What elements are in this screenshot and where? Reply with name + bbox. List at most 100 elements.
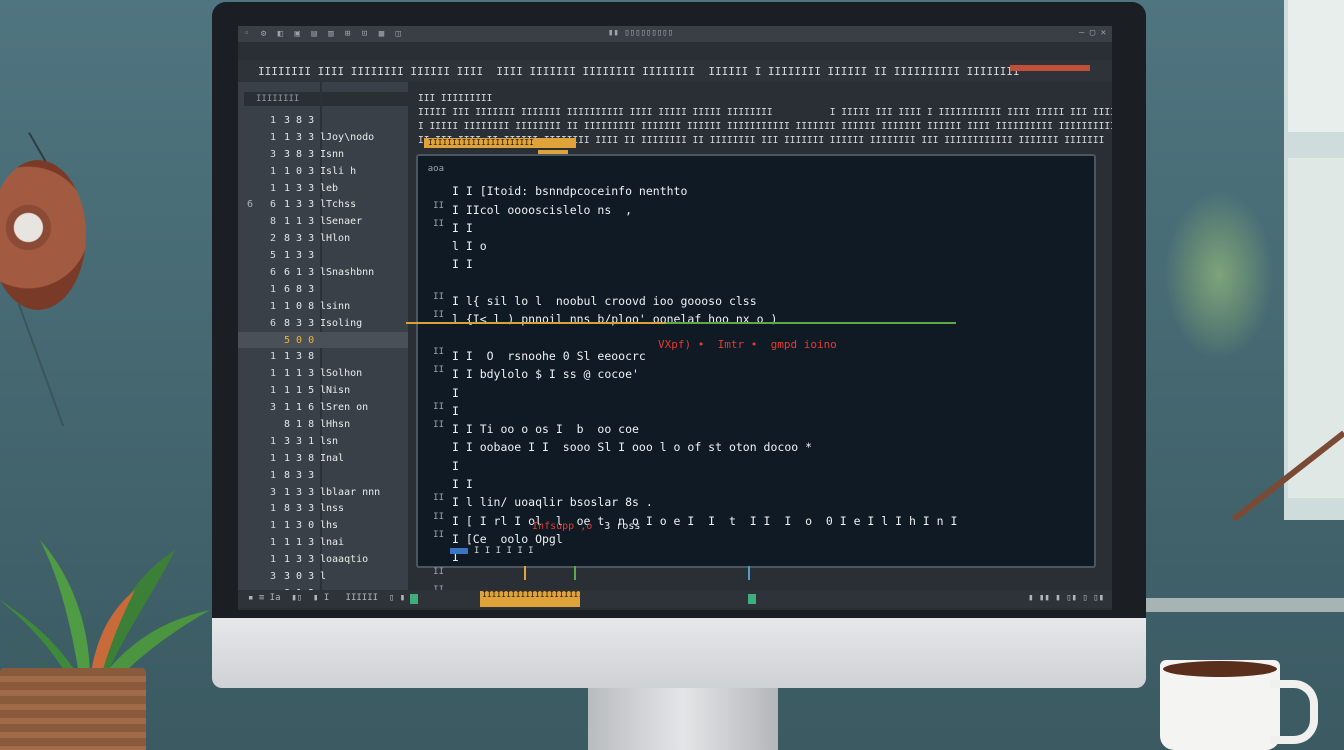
tree-index: 1 <box>269 452 277 464</box>
status-bar: ▪ ≡ Ia ▮▯ ▮ I IIIIII ▯ ▮ IIIIIIIIIIIIIII… <box>238 590 1112 608</box>
code-line[interactable]: I I [Itoid: bsnndpcoceinfo nenthto <box>452 182 1092 200</box>
tree-item[interactable]: 8 1 8 lHhsn <box>238 416 408 433</box>
inline-error: VXpf) • Imtr • gmpd ioino <box>658 338 837 351</box>
code-editor[interactable]: aoaIIIIIIIIIIIIIIIIIIIIIIIIII I I [Itoid… <box>406 154 1096 595</box>
tree-index: 1 <box>269 182 277 194</box>
code-line[interactable]: I <box>452 457 1092 475</box>
tree-item[interactable]: 1 6 8 3 <box>238 281 408 298</box>
tree-item[interactable]: 1 1 3 3 loaaqtio <box>238 551 408 568</box>
status-badge[interactable]: IIIIIIIIIIIIIIIIIIIIIIIIIIIIIIIIIIIII <box>480 591 580 607</box>
header-line: IIIII III IIIIIII IIIIIII IIIIIIIIII III… <box>418 107 1112 118</box>
code-line[interactable] <box>452 274 1092 292</box>
code-line[interactable]: I [Ce oolo Opgl <box>452 530 1092 548</box>
status-left[interactable]: ▪ ≡ Ia ▮▯ ▮ I IIIIII ▯ ▮ <box>248 593 405 603</box>
tree-item[interactable]: 3 1 3 3 lblaar nnn <box>238 484 408 501</box>
tree-item[interactable]: 2 8 3 3 lHlon <box>238 230 408 247</box>
tree-label: lNisn <box>320 385 351 397</box>
code-line[interactable]: I <box>452 402 1092 420</box>
timeline-marker[interactable] <box>748 566 750 580</box>
tree-label: lTchss <box>320 199 357 211</box>
tree-index: 1 <box>269 554 277 566</box>
tree-number: 8 3 3 <box>284 503 315 515</box>
tree-item[interactable]: 5 1 3 3 <box>238 247 408 264</box>
tree-number: 1 1 3 <box>284 537 315 549</box>
code-line[interactable]: I I bdylolo $ I ss @ cocoe' <box>452 365 1092 383</box>
tree-item[interactable]: 3 1 1 6 lSren on <box>238 399 408 416</box>
tree-item[interactable]: 1 1 1 3 lSolhon <box>238 365 408 382</box>
tree-item[interactable]: 3 3 8 3 Isnn <box>238 146 408 163</box>
tree-item[interactable]: 6 6 1 3 3 lTchss <box>238 196 408 213</box>
toolbar-icons[interactable]: ◦ ⚙ ◧ ▣ ▤ ▥ ⊞ ⊡ ▦ ◫ <box>244 29 404 39</box>
code-line[interactable]: l {I< l ) pnnoil nns b/ploo' oonelaf hoo… <box>452 310 1092 328</box>
tree-item[interactable]: 1 3 3 1 lsn <box>238 433 408 450</box>
tree-item[interactable]: 13 8 3 <box>238 112 408 129</box>
tree-label: lhs <box>320 520 339 532</box>
windowsill <box>1134 598 1344 612</box>
tree-item[interactable]: 1 1 3 8 <box>238 348 408 365</box>
tree-label: lSenaer <box>320 216 363 228</box>
line-number: II <box>433 511 444 522</box>
tree-item[interactable]: 1 1 3 8 Inal <box>238 450 408 467</box>
tree-index: 1 <box>269 435 277 447</box>
line-number: II <box>433 401 444 412</box>
tree-item[interactable]: 3 3 0 3 l <box>238 568 408 585</box>
code-line[interactable]: I l lin/ uoaqlir bsoslar 8s . <box>452 493 1092 511</box>
code-line[interactable]: I I <box>452 475 1092 493</box>
line-number <box>418 237 448 255</box>
title-controls[interactable]: ▮▮ ▯▯▯▯▯▯▯▯▯ <box>608 28 673 38</box>
code-line[interactable]: I IIcol ooooscislelo ns , <box>452 201 1092 219</box>
tree-item[interactable]: 1 1 0 8 lsinn <box>238 298 408 315</box>
code-area[interactable]: I I [Itoid: bsnndpcoceinfo nenthto I IIco… <box>452 164 1092 603</box>
timeline[interactable] <box>416 564 1106 582</box>
code-line[interactable]: I I <box>452 255 1092 273</box>
tree-item[interactable]: 1 1 3 3 lJoy\nodo <box>238 129 408 146</box>
bottom-error-label: Infsupp ,o <box>520 521 593 532</box>
bottom-error-detail: 3 ross <box>592 521 641 532</box>
tree-index: 6 <box>269 199 277 211</box>
tree-item[interactable]: 1 1 0 3 Isli h <box>238 163 408 180</box>
tree-item[interactable]: 1 1 3 0 lhs <box>238 517 408 534</box>
code-line[interactable]: l I o <box>452 237 1092 255</box>
tree-index: 1 <box>269 300 277 312</box>
code-line[interactable] <box>452 164 1092 182</box>
tree-item[interactable]: 6 8 3 3 Isoling <box>238 315 408 332</box>
tree-item[interactable]: 8 1 1 3 lSenaer <box>238 213 408 230</box>
tree-label: Isli h <box>320 165 357 177</box>
tree-number: 1 0 8 <box>284 300 315 312</box>
window-controls[interactable]: — ▢ ✕ <box>1079 28 1106 38</box>
line-number: II <box>433 218 444 229</box>
tree-item[interactable]: 1 1 3 3 leb <box>238 180 408 197</box>
code-line[interactable]: I l{ sil lo l noobul croovd ioo goooso c… <box>452 292 1092 310</box>
tree-label: lJoy\nodo <box>320 131 375 143</box>
tree-index: 1 <box>269 165 277 177</box>
tree-index: 3 <box>269 402 277 414</box>
code-line[interactable]: I <box>452 384 1092 402</box>
timeline-marker[interactable] <box>524 566 526 580</box>
menu-items[interactable]: IIIIIIII IIII IIIIIIII IIIIII IIII IIII … <box>258 65 1020 78</box>
coffee <box>1163 661 1277 677</box>
tree-item[interactable]: 5 0 0 <box>238 331 408 349</box>
tree-index: 6 <box>269 317 277 329</box>
line-number: II <box>433 346 444 357</box>
code-line[interactable]: I I Ti oo o os I b oo coe <box>452 420 1092 438</box>
code-line[interactable]: I I <box>452 219 1092 237</box>
code-line[interactable]: I I oobaoe I I sooo Sl I ooo l o of st o… <box>452 438 1092 456</box>
tree-index: 1 <box>269 283 277 295</box>
editor-status-text: I I I I I I <box>474 546 534 556</box>
line-number <box>418 255 448 273</box>
tree-index: 5 <box>269 250 277 262</box>
sidebar-search-input[interactable]: IIIIIIII <box>244 92 416 106</box>
tree-item[interactable]: 1 8 3 3 lnss <box>238 500 408 517</box>
cable <box>17 303 65 427</box>
tree-number: 1 3 8 <box>284 452 315 464</box>
timeline-marker[interactable] <box>574 566 576 580</box>
tree-item[interactable]: 1 1 1 3 lnai <box>238 534 408 551</box>
tree-index: 1 <box>269 503 277 515</box>
tree-item[interactable]: 1 1 1 5 lNisn <box>238 382 408 399</box>
status-right[interactable]: ▮ ▮▮ ▮ ▯▮ ▯ ▯▮ <box>1028 593 1104 603</box>
tree-item[interactable]: 6 6 1 3 lSnashbnn <box>238 264 408 281</box>
highlight-tag[interactable]: IIIIIIIIIIIIIIIIIIIIII <box>424 138 576 148</box>
line-number: II <box>433 200 444 211</box>
tree-item[interactable]: 1 8 3 3 <box>238 467 408 484</box>
editor-status: I I I I I I <box>450 546 534 556</box>
